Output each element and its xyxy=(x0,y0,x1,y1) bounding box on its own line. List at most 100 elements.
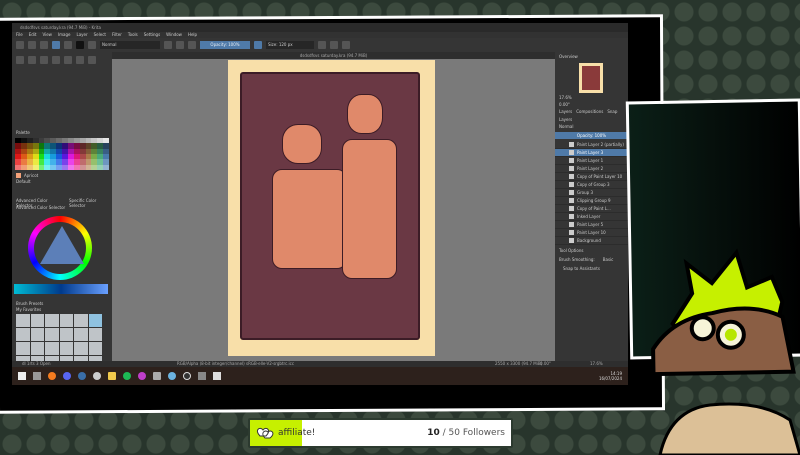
layer-item[interactable]: Copy of Paint L... xyxy=(555,205,628,213)
gradient-icon[interactable] xyxy=(52,41,60,49)
brush-preset[interactable] xyxy=(88,314,102,327)
spotify-icon[interactable] xyxy=(123,372,131,380)
brush-preset[interactable] xyxy=(88,342,102,355)
discord-icon[interactable] xyxy=(63,372,71,380)
start-icon[interactable] xyxy=(18,372,26,380)
layer-opacity-slider[interactable]: Opacity: 100% xyxy=(555,132,628,139)
layer-item[interactable]: Inked Layer xyxy=(555,213,628,221)
brush-preset[interactable] xyxy=(45,314,59,327)
brush-preset[interactable] xyxy=(30,314,44,327)
left-dockers: Palette Apricot Default Advanced Color S… xyxy=(12,52,112,383)
brush-preset[interactable] xyxy=(74,314,88,327)
brush-preset[interactable] xyxy=(16,328,30,341)
brush-preset[interactable] xyxy=(74,328,88,341)
layer-name: Paint Layer 10 xyxy=(577,230,606,235)
reload-icon[interactable] xyxy=(188,41,196,49)
layer-item[interactable]: Paint Layer 2 (partially) xyxy=(555,141,628,149)
menu-select[interactable]: Select xyxy=(94,32,106,38)
app3-icon[interactable] xyxy=(153,372,161,380)
layer-item[interactable]: Paint Layer 3 xyxy=(555,149,628,157)
palette-swatch[interactable] xyxy=(103,164,109,170)
toolbox[interactable] xyxy=(12,52,112,68)
open-icon[interactable] xyxy=(28,41,36,49)
overview-zoom[interactable]: 17.6% xyxy=(555,93,628,102)
obs-icon[interactable] xyxy=(183,372,191,380)
layer-item[interactable]: Clipping Group 9 xyxy=(555,197,628,205)
layer-item[interactable]: Group 3 xyxy=(555,189,628,197)
app4-icon[interactable] xyxy=(198,372,206,380)
mirror-v-icon[interactable] xyxy=(330,41,338,49)
brush-preset[interactable] xyxy=(45,342,59,355)
layer-item[interactable]: Paint Layer 1 xyxy=(555,157,628,165)
tab-specific-color[interactable]: Specific Color Selector xyxy=(69,198,112,208)
brush-presets-title: Brush Presets xyxy=(16,301,44,306)
snap-assistants-checkbox[interactable]: Snap to Assistants xyxy=(555,263,628,274)
layer-item[interactable]: Paint Layer 5 xyxy=(555,221,628,229)
layer-item[interactable]: Copy of Paint Layer 10 xyxy=(555,173,628,181)
menu-tools[interactable]: Tools xyxy=(128,32,138,38)
menu-edit[interactable]: Edit xyxy=(29,32,37,38)
steam-icon[interactable] xyxy=(78,372,86,380)
layer-item[interactable]: Paint Layer 10 xyxy=(555,229,628,237)
layer-item[interactable]: Background xyxy=(555,237,628,245)
brush-preset[interactable] xyxy=(88,328,102,341)
new-icon[interactable] xyxy=(16,41,24,49)
brush-preset[interactable] xyxy=(59,314,73,327)
brush-preset-icon[interactable] xyxy=(88,41,96,49)
brush-preset[interactable] xyxy=(16,314,30,327)
clock[interactable]: 14:19 16/07/2024 xyxy=(599,371,622,381)
brush-smoothing-select[interactable]: Basic xyxy=(603,257,614,262)
menu-filter[interactable]: Filter xyxy=(112,32,122,38)
brush-preset[interactable] xyxy=(30,342,44,355)
layer-item[interactable]: Paint Layer 2 xyxy=(555,165,628,173)
krita-icon[interactable] xyxy=(168,372,176,380)
folder-icon[interactable] xyxy=(108,372,116,380)
menu-help[interactable]: Help xyxy=(188,32,197,38)
menu-layer[interactable]: Layer xyxy=(76,32,87,38)
brush-tag-select[interactable]: My Favorites xyxy=(16,307,41,312)
menu-image[interactable]: Image xyxy=(58,32,71,38)
layer-blend-select[interactable]: Normal xyxy=(555,123,628,130)
canvas-area[interactable]: dsdsdfsvs saturday.kra (94.7 MiB) xyxy=(112,52,555,361)
layer-item[interactable]: Copy of Group 3 xyxy=(555,181,628,189)
save-icon[interactable] xyxy=(40,41,48,49)
layer-name: Paint Layer 2 xyxy=(577,166,604,171)
brush-preset[interactable] xyxy=(30,328,44,341)
brush-preset[interactable] xyxy=(16,342,30,355)
app2-icon[interactable] xyxy=(138,372,146,380)
pattern-icon[interactable] xyxy=(64,41,72,49)
tab-compositions[interactable]: Compositions xyxy=(576,109,603,114)
webcam-frame xyxy=(625,98,800,377)
menu-file[interactable]: File xyxy=(16,32,23,38)
brush-preset[interactable] xyxy=(59,328,73,341)
firefox-icon[interactable] xyxy=(48,372,56,380)
follower-goal-bar: affiliate! 10 / 50 Followers xyxy=(248,418,513,448)
size-slider[interactable]: Size: 120 px xyxy=(266,41,314,49)
blend-mode-select[interactable]: Normal xyxy=(100,41,160,49)
menu-view[interactable]: View xyxy=(42,32,52,38)
wrap-icon[interactable] xyxy=(342,41,350,49)
menu-window[interactable]: Window xyxy=(166,32,182,38)
preserve-alpha-icon[interactable] xyxy=(176,41,184,49)
brush-preset[interactable] xyxy=(59,342,73,355)
palette-set[interactable]: Default xyxy=(16,179,31,184)
taskview-icon[interactable] xyxy=(33,372,41,380)
brush-preset[interactable] xyxy=(45,328,59,341)
palette-grid[interactable] xyxy=(15,138,109,170)
color-icon[interactable] xyxy=(254,41,262,49)
document-tab[interactable]: dsdsdfsvs saturday.kra (94.7 MiB) xyxy=(112,52,555,59)
tab-snap[interactable]: Snap xyxy=(607,109,617,114)
mirror-h-icon[interactable] xyxy=(318,41,326,49)
menu-settings[interactable]: Settings xyxy=(144,32,160,38)
opacity-slider[interactable]: Opacity: 100% xyxy=(200,41,250,49)
overview-thumbnail[interactable] xyxy=(579,63,603,93)
color-swap-icon[interactable] xyxy=(76,41,84,49)
color-triangle[interactable] xyxy=(40,226,84,264)
brush-preset[interactable] xyxy=(74,342,88,355)
tab-layers[interactable]: Layers xyxy=(559,109,572,114)
app5-icon[interactable] xyxy=(213,372,221,380)
color-slider[interactable] xyxy=(14,284,108,294)
canvas-page[interactable] xyxy=(228,60,435,356)
app-icon[interactable] xyxy=(93,372,101,380)
eraser-icon[interactable] xyxy=(164,41,172,49)
